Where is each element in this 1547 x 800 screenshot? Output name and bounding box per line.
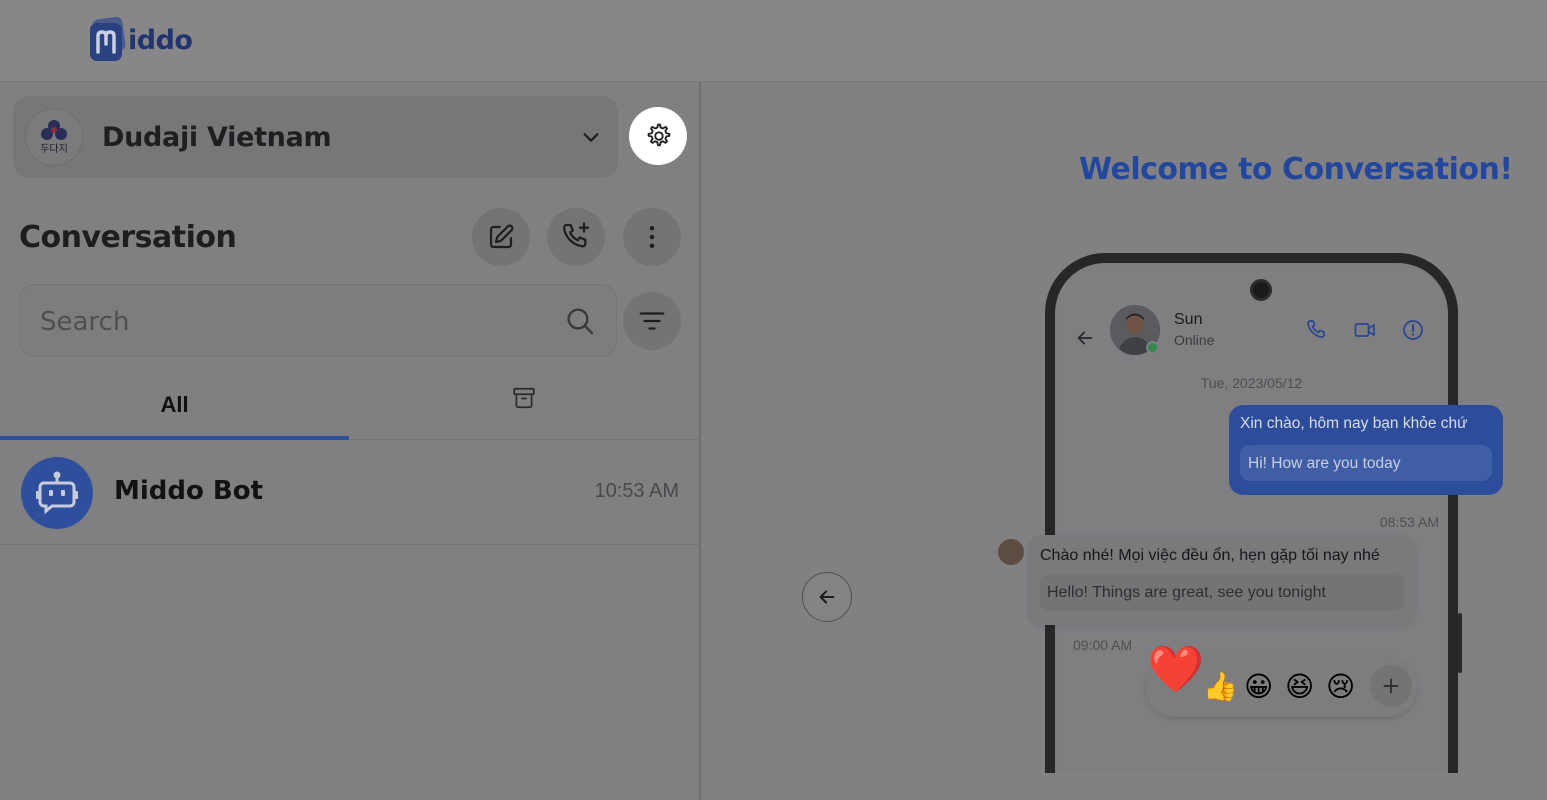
page-title: Conversation: [19, 220, 237, 255]
message-text: Chào nhé! Mọi việc đều ổn, hẹn gặp tối n…: [1040, 547, 1380, 564]
reaction-bar: ❤️ 👍 😀 😆 😢: [1145, 643, 1417, 717]
dudaji-logo-icon: 두다지: [40, 120, 68, 155]
plus-icon: [1383, 678, 1399, 694]
top-bar: iddo: [0, 0, 1547, 82]
sidebar: 두다지 Dudaji Vietnam Conversation Search A…: [0, 82, 701, 800]
filter-button[interactable]: [623, 292, 681, 350]
conversation-tabs: All: [0, 370, 699, 440]
online-status-dot: [1146, 341, 1159, 354]
search-icon[interactable]: [564, 305, 596, 337]
message-time: 08:53 AM: [1379, 514, 1439, 530]
reaction-thumbs-up: 👍: [1203, 671, 1238, 702]
arrow-left-icon: [819, 590, 835, 604]
chevron-down-icon[interactable]: [580, 126, 602, 148]
message-text: Xin chào, hôm nay bạn khỏe chứ: [1240, 415, 1468, 432]
reaction-heart: ❤️: [1147, 643, 1205, 695]
new-message-button[interactable]: [472, 208, 530, 266]
conversation-name: Middo Bot: [114, 476, 264, 506]
conversation-time: 10:53 AM: [594, 480, 679, 502]
arrow-left-icon: [1077, 331, 1093, 345]
middo-logo[interactable]: iddo: [90, 14, 193, 66]
settings-button[interactable]: [629, 107, 687, 165]
archive-icon: [513, 387, 535, 408]
message-translation: Hello! Things are great, see you tonight: [1040, 575, 1404, 611]
message-translation: Hi! How are you today: [1240, 445, 1492, 481]
phone-screen: Sun Online Tue, 2023/05/12 Xin chào, hôm…: [998, 265, 1503, 773]
reaction-grin: 😀: [1244, 671, 1274, 702]
more-vertical-icon: [649, 226, 655, 248]
add-call-button[interactable]: [547, 208, 605, 266]
info-icon: [1403, 320, 1423, 340]
tab-archive[interactable]: [349, 370, 699, 425]
phone-icon: [1307, 320, 1325, 338]
video-icon: [1354, 323, 1375, 337]
bot-icon: [36, 471, 78, 515]
tab-all[interactable]: All: [0, 370, 349, 440]
search-placeholder: Search: [40, 307, 130, 337]
logo-text: iddo: [128, 24, 193, 56]
outgoing-message: Xin chào, hôm nay bạn khỏe chứ Hi! How a…: [1229, 405, 1503, 495]
search-input[interactable]: Search: [19, 284, 617, 357]
workspace-switcher[interactable]: 두다지 Dudaji Vietnam: [13, 96, 618, 178]
message-time: 09:00 AM: [1073, 637, 1133, 653]
sender-avatar: [998, 539, 1024, 565]
add-call-icon: [562, 222, 590, 248]
active-tab-indicator: [0, 436, 349, 440]
main-panel: Welcome to Conversation! Sun Online Tue,…: [703, 82, 1547, 800]
add-reaction-button: [1370, 665, 1412, 707]
new-message-icon: [489, 224, 514, 249]
carousel-prev-button[interactable]: [802, 572, 852, 622]
list-item[interactable]: Middo Bot 10:53 AM: [0, 442, 699, 545]
filter-icon: [639, 312, 665, 330]
avatar: [21, 457, 93, 529]
workspace-name: Dudaji Vietnam: [102, 122, 332, 153]
reaction-cry: 😢: [1326, 671, 1356, 702]
gear-icon: [647, 123, 671, 147]
workspace-avatar: 두다지: [25, 108, 83, 166]
phone-side-button: [1458, 613, 1462, 673]
phone-camera: [1250, 279, 1272, 301]
contact-name: Sun: [1174, 311, 1203, 328]
tab-all-label: All: [160, 392, 189, 417]
middo-m-logo-icon: [90, 16, 126, 61]
date-separator: Tue, 2023/05/12: [1200, 375, 1303, 391]
more-options-button[interactable]: [623, 208, 681, 266]
reaction-laugh: 😆: [1285, 671, 1315, 702]
phone-preview: Sun Online Tue, 2023/05/12 Xin chào, hôm…: [998, 253, 1503, 773]
welcome-heading: Welcome to Conversation!: [1079, 152, 1513, 187]
incoming-message: Chào nhé! Mọi việc đều ổn, hẹn gặp tối n…: [1028, 535, 1416, 625]
contact-status: Online: [1174, 332, 1215, 348]
workspace-avatar-caption: 두다지: [40, 143, 68, 155]
